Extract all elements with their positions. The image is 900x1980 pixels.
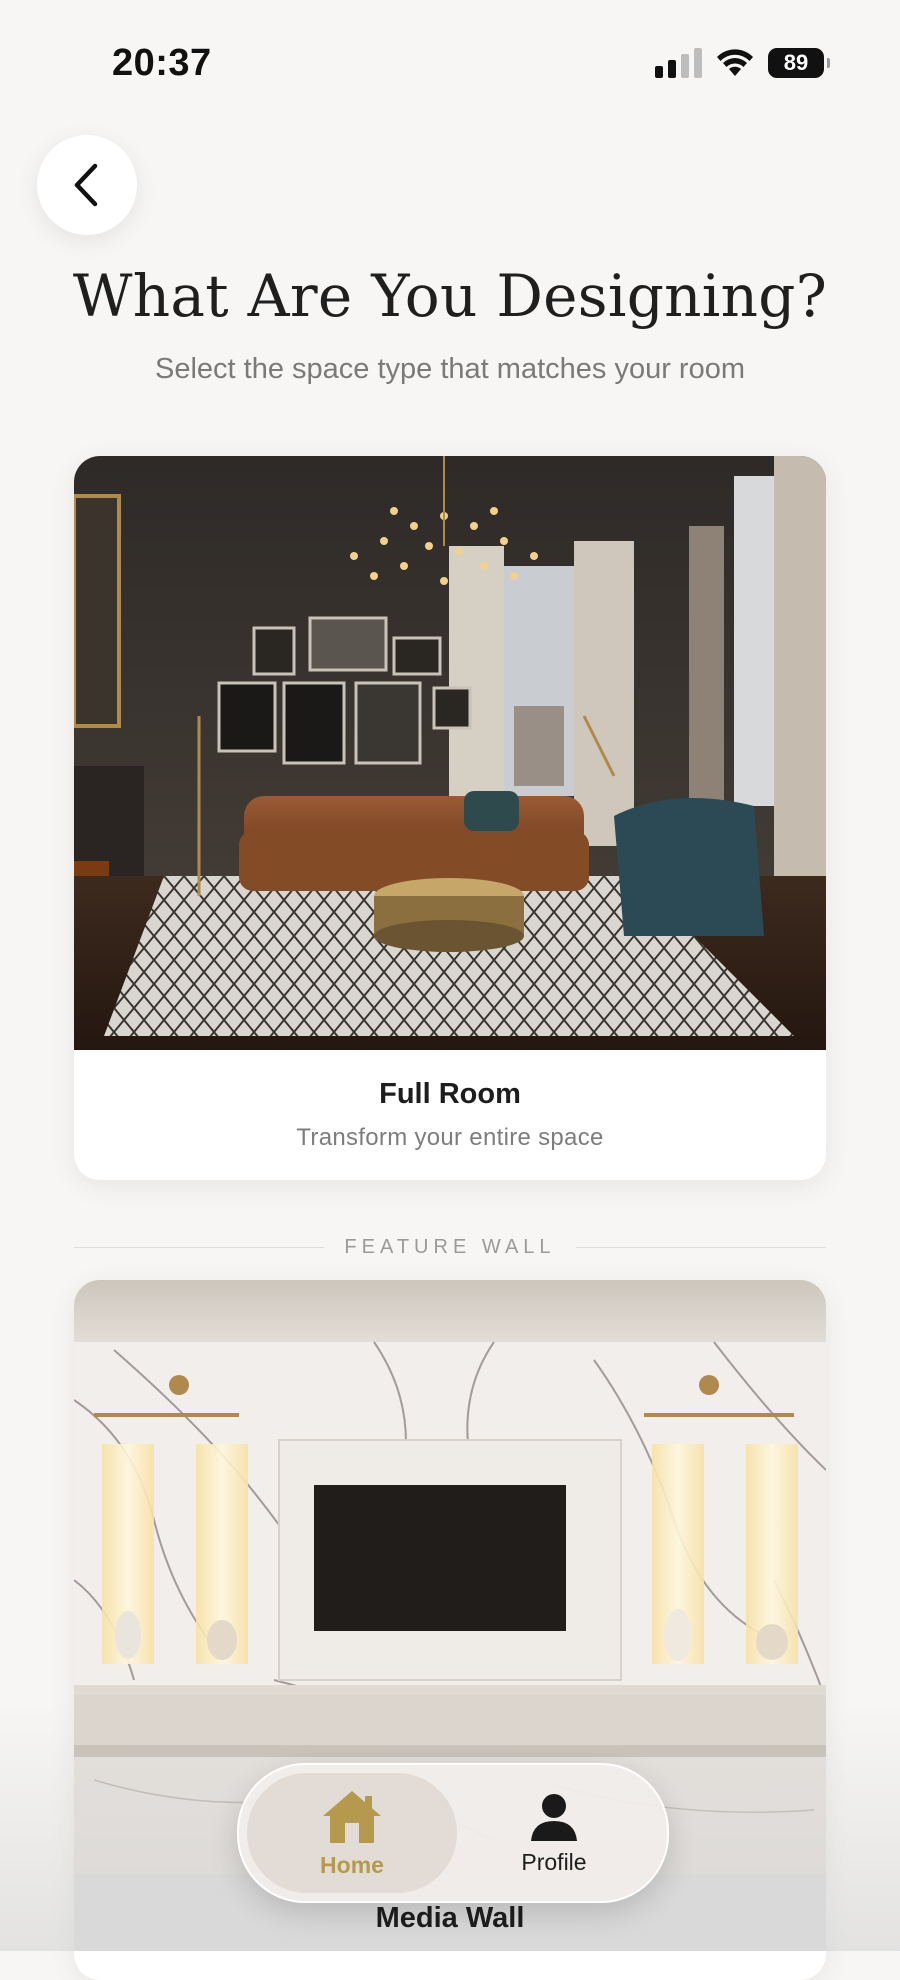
- tab-profile-label: Profile: [521, 1848, 587, 1875]
- page-subtitle: Select the space type that matches your …: [155, 353, 745, 385]
- status-bar: 20:37 89: [0, 0, 900, 130]
- card-label-media-wall: Media Wall: [375, 1902, 525, 1934]
- tab-home[interactable]: Home: [247, 1773, 457, 1893]
- chevron-left-icon: [74, 163, 98, 207]
- wifi-icon: [717, 49, 753, 76]
- page-title: What Are You Designing?: [72, 262, 828, 330]
- cellular-signal-icon: [655, 48, 702, 78]
- back-button[interactable]: [37, 135, 137, 235]
- home-icon: [323, 1790, 381, 1843]
- tab-home-label: Home: [320, 1851, 384, 1878]
- section-divider: FEATURE WALL: [74, 1236, 826, 1258]
- living-room-photo: [74, 456, 826, 1050]
- status-icons: 89: [655, 48, 830, 78]
- person-icon: [531, 1793, 577, 1841]
- full-room-card[interactable]: Full Room Transform your entire space: [74, 456, 826, 1180]
- battery-icon: 89: [768, 48, 830, 78]
- tab-profile[interactable]: Profile: [449, 1773, 659, 1893]
- status-time: 20:37: [112, 42, 212, 84]
- card-label-full-room: Full Room: [379, 1078, 521, 1110]
- section-label-feature-wall: FEATURE WALL: [344, 1236, 556, 1258]
- tab-bar: Home Profile: [237, 1763, 669, 1903]
- card-description-full-room: Transform your entire space: [296, 1124, 604, 1151]
